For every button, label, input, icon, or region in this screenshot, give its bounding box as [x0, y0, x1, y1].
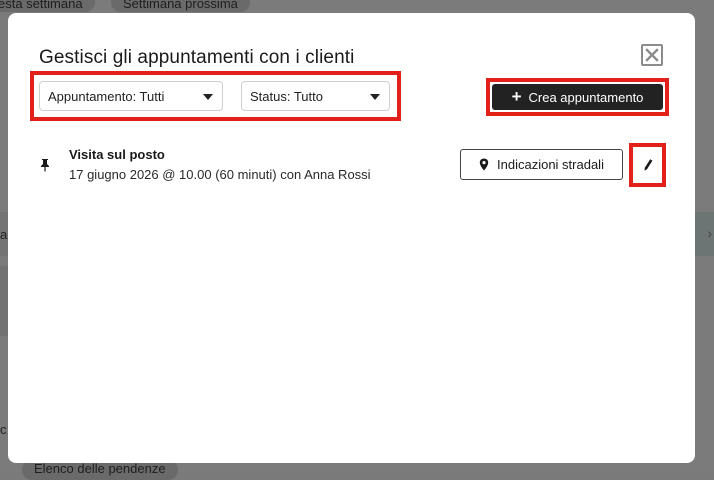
chevron-down-icon: [203, 94, 213, 100]
chevron-right-icon: ›: [707, 225, 712, 241]
directions-button-label: Indicazioni stradali: [497, 157, 604, 172]
directions-button[interactable]: Indicazioni stradali: [460, 149, 623, 180]
close-icon: [645, 48, 659, 62]
appointments-modal: Gestisci gli appuntamenti con i clienti …: [8, 13, 695, 463]
status-select[interactable]: Status: Tutto: [241, 81, 390, 111]
edit-appointment-button[interactable]: [636, 150, 659, 180]
appointment-detail: 17 giugno 2026 @ 10.00 (60 minuti) con A…: [69, 167, 371, 182]
appointment-type-select-label: Appuntamento: Tutti: [48, 88, 165, 104]
close-button[interactable]: [641, 44, 663, 66]
appointment-title: Visita sul posto: [69, 147, 165, 162]
status-select-label: Status: Tutto: [250, 88, 323, 104]
pending-list-chip: Elenco delle pendenze: [22, 460, 178, 480]
create-appointment-label: Crea appuntamento: [528, 89, 644, 105]
pencil-icon: [644, 159, 652, 171]
this-week-chip: esta settimana: [0, 0, 95, 12]
next-week-chip: Settimana prossima: [111, 0, 250, 12]
plus-icon: +: [511, 87, 522, 106]
map-marker-icon: [479, 158, 489, 171]
background-side-text-2: c: [0, 422, 7, 437]
modal-title: Gestisci gli appuntamenti con i clienti: [39, 47, 355, 68]
appointment-type-select[interactable]: Appuntamento: Tutti: [39, 81, 223, 111]
background-panel-left: [0, 266, 8, 336]
pin-icon: [41, 159, 49, 172]
chevron-down-icon: [370, 94, 380, 100]
create-appointment-button[interactable]: + Crea appuntamento: [492, 84, 663, 110]
